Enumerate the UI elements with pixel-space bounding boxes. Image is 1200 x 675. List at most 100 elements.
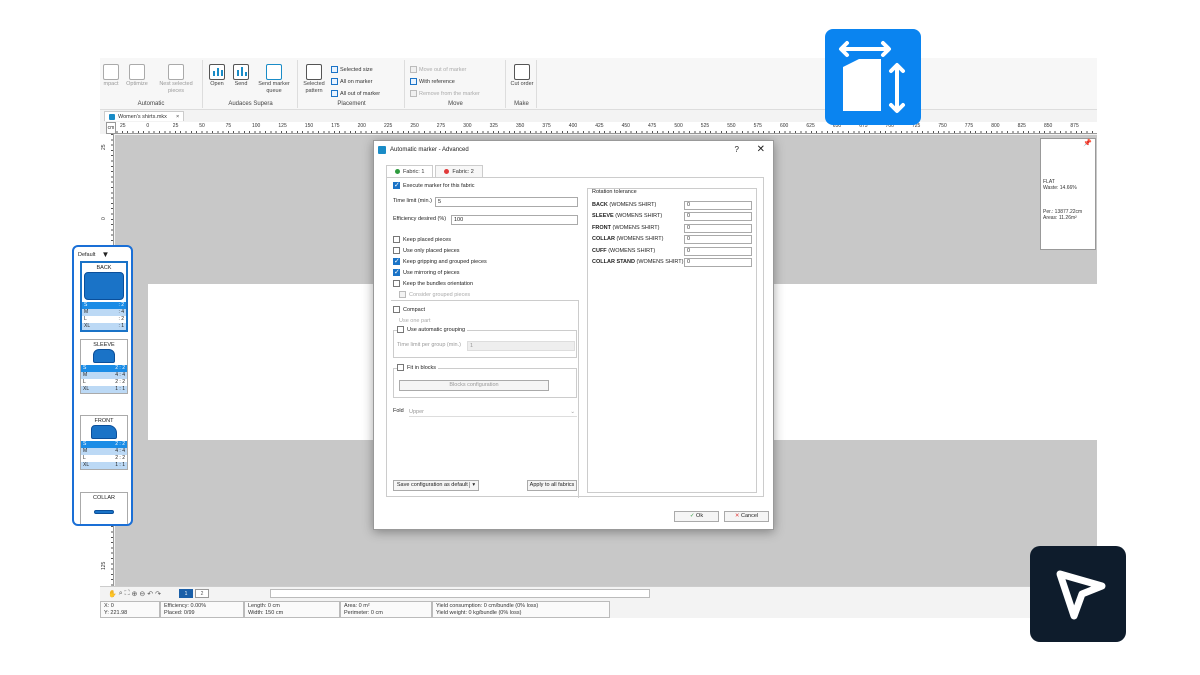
optimize-button[interactable]: Optimize: [124, 64, 150, 88]
move-out-of-marker-button[interactable]: Move out of marker: [410, 66, 466, 73]
back-piece-shape: [84, 272, 124, 300]
ruler-tick-label: 300: [463, 123, 472, 129]
page-tab-1[interactable]: 1: [179, 589, 194, 598]
rotation-input-back[interactable]: 0: [684, 201, 752, 210]
ribbon-group-make: Cut order Make: [507, 60, 537, 108]
rotation-row-back: BACK (WOMENS SHIRT): [592, 202, 657, 208]
undo-icon[interactable]: ↶: [147, 590, 153, 598]
selected-pattern-button[interactable]: Selected pattern: [301, 64, 327, 95]
size-row[interactable]: XL 1 : 1: [81, 386, 127, 393]
rotation-input-sleeve[interactable]: 0: [684, 212, 752, 221]
zoom-fit-icon[interactable]: ⌕: [119, 590, 123, 598]
ruler-tick-label: 550: [727, 123, 736, 129]
keep-gripping-checkbox[interactable]: Keep gripping and grouped pieces: [393, 257, 487, 265]
send-marker-queue-button[interactable]: Send marker queue: [254, 64, 294, 95]
fold-label: Fold: [393, 408, 404, 414]
apply-all-button[interactable]: Apply to all fabrics: [527, 480, 577, 491]
close-tab-icon[interactable]: ×: [176, 114, 179, 120]
page-tab-2[interactable]: 2: [195, 589, 210, 598]
ok-button[interactable]: ✓ Ok: [674, 511, 719, 522]
efficiency-input[interactable]: 100: [451, 215, 578, 225]
ruler-tick-label: 625: [806, 123, 815, 129]
fabric-1-dot: [395, 169, 400, 174]
reference-icon: [410, 78, 417, 85]
execute-marker-checkbox[interactable]: Execute marker for this fabric: [393, 181, 475, 189]
zoom-out-icon[interactable]: ⊖: [139, 590, 145, 598]
ruler-tick-label: 0: [101, 217, 107, 220]
tab-fabric-2[interactable]: Fabric: 2: [435, 165, 483, 177]
zoom-in-icon[interactable]: ⊕: [132, 590, 138, 598]
size-row[interactable]: M4 : 4: [81, 372, 127, 379]
open-button[interactable]: Open: [206, 64, 228, 88]
rotation-title: Rotation tolerance: [592, 189, 637, 195]
cursor-logo: [1030, 546, 1126, 642]
selected-size-button[interactable]: Selected size: [331, 66, 373, 73]
size-row[interactable]: L2 : 2: [81, 379, 127, 386]
help-icon[interactable]: ?: [735, 145, 739, 154]
save-default-button[interactable]: Save configuration as default ▾: [393, 480, 479, 491]
pin-icon[interactable]: 📌: [1083, 140, 1092, 147]
size-row[interactable]: XL 1 : 1: [81, 462, 127, 469]
rotation-input-front[interactable]: 0: [684, 224, 752, 233]
size-row[interactable]: S2 : 2: [81, 365, 127, 372]
size-row[interactable]: M4 : 4: [81, 448, 127, 455]
keep-bundles-orientation-checkbox[interactable]: Keep the bundles orientation: [393, 280, 473, 287]
remove-from-marker-button[interactable]: Remove from the marker: [410, 90, 480, 97]
auto-grouping-checkbox[interactable]: Use automatic grouping: [397, 326, 468, 333]
ruler-tick-label: 75: [225, 123, 232, 129]
keep-placed-checkbox[interactable]: Keep placed pieces: [393, 236, 451, 243]
ribbon: mpact Optimize Nest selected pieces Auto…: [100, 58, 1097, 110]
ruler-tick-label: 600: [780, 123, 789, 129]
fold-select[interactable]: Upper ⌄: [409, 407, 577, 417]
size-row[interactable]: S: 2: [82, 302, 126, 309]
save-dropdown-icon[interactable]: ▾: [469, 482, 476, 488]
nest-selected-pieces-button[interactable]: Nest selected pieces: [154, 64, 198, 95]
compact-button[interactable]: mpact: [100, 64, 122, 88]
fit-in-blocks-checkbox[interactable]: Fit in blocks: [397, 364, 439, 371]
document-tab[interactable]: Women's shirts.mkx ×: [104, 111, 185, 121]
redo-icon[interactable]: ↷: [155, 590, 161, 598]
zoom-area-icon[interactable]: ⛶: [125, 590, 130, 598]
rotation-input-collar[interactable]: 0: [684, 235, 752, 244]
all-out-of-marker-button[interactable]: All out of marker: [331, 90, 380, 97]
cut-order-button[interactable]: Cut order: [510, 64, 534, 88]
rotation-input-collar-stand[interactable]: 0: [684, 258, 752, 267]
consider-grouped-checkbox[interactable]: Consider grouped pieces: [399, 291, 470, 298]
close-icon[interactable]: ✕: [757, 144, 765, 155]
status-coords: X: 0 Y: 221.98: [100, 601, 160, 618]
size-row[interactable]: XL: 1: [82, 323, 126, 330]
size-row[interactable]: S2 : 2: [81, 441, 127, 448]
compact-checkbox[interactable]: Compact: [393, 306, 425, 313]
status-area: Area: 0 m² Perimeter: 0 cm: [340, 601, 432, 618]
rotation-tolerance-panel: Rotation tolerance BACK (WOMENS SHIRT) 0…: [587, 188, 757, 493]
use-only-placed-checkbox[interactable]: Use only placed pieces: [393, 247, 460, 254]
send-button[interactable]: Send: [230, 64, 252, 88]
rotation-input-cuff[interactable]: 0: [684, 247, 752, 256]
all-on-marker-button[interactable]: All on marker: [331, 78, 372, 85]
cancel-button[interactable]: ✕ Cancel: [724, 511, 769, 522]
profile-selector[interactable]: Default ▼: [78, 250, 109, 259]
with-reference-button[interactable]: With reference: [410, 78, 455, 85]
piece-card-front[interactable]: FRONT S2 : 2 M4 : 4 L2 : 2 XL 1 : 1: [80, 415, 128, 470]
size-row[interactable]: M: 4: [82, 309, 126, 316]
check-icon: ✓: [689, 513, 695, 519]
size-row[interactable]: L2 : 2: [81, 455, 127, 462]
hand-icon[interactable]: ✋: [108, 590, 117, 598]
size-row[interactable]: L: 2: [82, 316, 126, 323]
ruler-tick-label: 200: [357, 123, 366, 129]
group-label-automatic: Automatic: [137, 101, 165, 107]
app-window: mpact Optimize Nest selected pieces Auto…: [100, 58, 1097, 618]
use-mirroring-checkbox[interactable]: Use mirroring of pieces: [393, 268, 460, 276]
optimize-icon: [129, 64, 145, 80]
unit-box[interactable]: cm: [106, 122, 116, 134]
queue-icon: [266, 64, 282, 80]
piece-card-collar[interactable]: COLLAR: [80, 492, 128, 524]
time-limit-group-input[interactable]: 1: [467, 341, 575, 351]
horizontal-scrollbar[interactable]: [270, 589, 650, 598]
blocks-config-button[interactable]: Blocks configuration: [399, 380, 549, 391]
piece-card-sleeve[interactable]: SLEEVE S2 : 2 M4 : 4 L2 : 2 XL 1 : 1: [80, 339, 128, 394]
use-one-part-label: Use one part: [399, 318, 431, 324]
tab-fabric-1[interactable]: Fabric: 1: [386, 165, 434, 177]
piece-card-back[interactable]: BACK S: 2 M: 4 L: 2 XL: 1: [80, 261, 128, 332]
time-limit-input[interactable]: 5: [435, 197, 578, 207]
